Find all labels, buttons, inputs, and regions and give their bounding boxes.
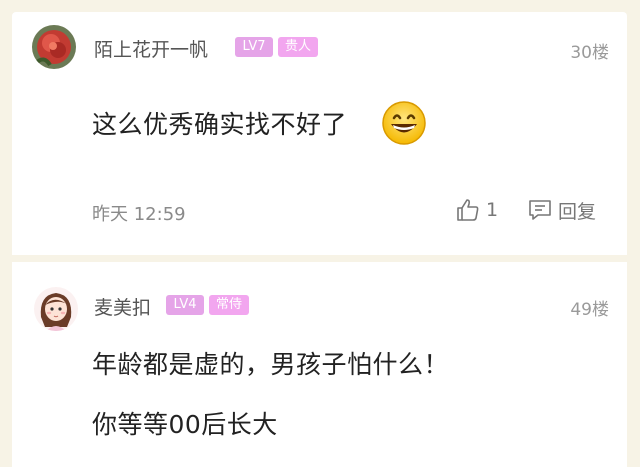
thumbs-up-icon [457,199,479,221]
username[interactable]: 陌上花开一帆 [94,35,208,62]
title-badge: 常侍 [209,295,249,315]
comment-bubble-icon [529,200,551,220]
like-button[interactable]: 1 [455,196,498,224]
comment-text-line: 年龄都是虚的，男孩子怕什么！ [92,350,450,379]
grinning-face-emoji-icon [382,101,426,145]
timestamp: 昨天 12:59 [92,204,186,225]
comment-card: 陌上花开一帆 LV7 贵人 30楼 这么优秀确实找不好了 昨天 12:59 1 … [12,12,627,255]
username[interactable]: 麦美扣 [94,293,151,320]
comment-feed: 陌上花开一帆 LV7 贵人 30楼 这么优秀确实找不好了 昨天 12:59 1 … [0,0,640,467]
level-badge: LV4 [166,295,204,315]
comment-text: 这么优秀确实找不好了 [92,110,348,139]
reply-button[interactable]: 回复 [527,196,596,224]
floor-number: 30楼 [570,43,609,63]
cartoon-girl-avatar-icon [34,287,78,331]
avatar[interactable] [34,287,78,331]
level-badge: LV7 [235,37,273,57]
comment-text-line: 你等等00后长大 [92,410,278,439]
flower-avatar-icon [32,25,76,69]
like-count: 1 [486,199,499,221]
title-badge: 贵人 [278,37,318,57]
avatar[interactable] [32,25,76,69]
reply-label: 回复 [558,200,597,223]
floor-number: 49楼 [570,300,609,320]
comment-card: 麦美扣 LV4 常侍 49楼 年龄都是虚的，男孩子怕什么！ 你等等00后长大 [12,262,627,467]
